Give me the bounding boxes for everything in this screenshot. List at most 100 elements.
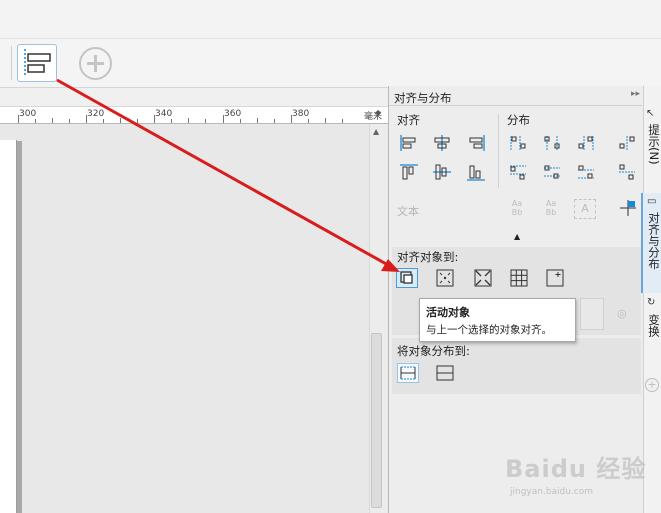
ruler-tick (188, 118, 189, 123)
grid-button[interactable] (508, 268, 530, 288)
ruler-tick (205, 119, 206, 123)
ruler-tick (257, 118, 258, 123)
distribute-left-button[interactable] (507, 133, 529, 153)
panel-expand-icon[interactable]: ▸▸ (631, 89, 640, 99)
ruler-tick (120, 118, 121, 123)
drawing-page[interactable] (0, 140, 17, 513)
specified-point-button[interactable] (544, 268, 566, 288)
scroll-up-icon[interactable]: ▲ (373, 127, 379, 136)
drawing-workspace[interactable] (0, 124, 388, 513)
distribute-right-button[interactable] (575, 133, 597, 153)
add-tool-button[interactable] (79, 47, 112, 80)
ruler-tick (240, 119, 241, 123)
ruler-tick (52, 118, 53, 123)
ruler-options-icon[interactable]: ◆ (375, 108, 381, 117)
align-tab-icon: ▭ (647, 196, 657, 207)
distribute-to-label: 将对象分布到: (397, 344, 470, 358)
distribute-middle-button[interactable] (541, 162, 563, 182)
ruler-label: 320 (87, 109, 105, 119)
distribute-spacing-vertical-button[interactable] (616, 162, 638, 182)
tab-hints[interactable]: 提示(N) (646, 124, 661, 165)
panel-title-divider (389, 105, 642, 106)
ruler-tick (342, 119, 343, 123)
ruler-tick (223, 115, 224, 123)
hint-pointer-icon: ↖ (646, 108, 655, 119)
ruler-tick (154, 115, 155, 123)
ruler-label: 340 (155, 109, 173, 119)
section-divider (498, 114, 499, 188)
distribute-spacing-vertical-icon (619, 164, 635, 180)
align-left-icon (400, 135, 416, 151)
tab-align-distribute[interactable]: 对齐与分布 (646, 212, 661, 270)
specified-point-icon (546, 269, 564, 287)
align-section-label: 对齐 (397, 113, 420, 127)
align-left-button[interactable] (398, 133, 420, 153)
align-cross-icon (620, 200, 636, 216)
page-edge-icon (436, 269, 454, 287)
selection-extent-icon (400, 366, 416, 380)
distribute-top-button[interactable] (507, 162, 529, 182)
tooltip-description: 与上一个选择的对象对齐。 (426, 324, 552, 336)
page-edge-button[interactable] (434, 268, 456, 288)
baidu-watermark-url: jingyan.baidu.com (510, 487, 594, 497)
align-top-button[interactable] (398, 162, 420, 182)
page-extent-icon (436, 365, 454, 381)
align-bottom-icon (467, 165, 485, 181)
align-top-icon (400, 164, 418, 180)
active-object-button[interactable] (396, 268, 418, 288)
distribute-left-icon (510, 136, 526, 150)
align-bottom-button[interactable] (465, 162, 487, 182)
distribute-section-label: 分布 (507, 113, 530, 127)
horizontal-ruler[interactable]: 300 320 340 360 380 毫米 ◆ (0, 106, 388, 124)
text-bounding-box-icon: A (574, 199, 596, 219)
distribute-spacing-horizontal-button[interactable] (616, 133, 638, 153)
panel-title: 对齐与分布 (394, 91, 452, 105)
align-distribute-tool-button[interactable] (17, 44, 57, 82)
align-right-button[interactable] (465, 133, 487, 153)
align-center-horizontal-button[interactable] (431, 133, 453, 153)
ruler-tick (325, 118, 326, 123)
distribute-center-button[interactable] (541, 133, 563, 153)
ruler-tick (103, 119, 104, 123)
page-extent-button[interactable] (434, 363, 456, 383)
baidu-watermark: Baidu 经验 (505, 455, 647, 483)
plus-circle-icon (87, 55, 104, 72)
ruler-tick (274, 119, 275, 123)
align-to-page-button[interactable] (617, 198, 639, 218)
page-center-icon (474, 269, 492, 287)
menu-bar-area (0, 0, 661, 39)
ruler-tick (137, 119, 138, 123)
collapse-arrow-icon[interactable]: ▲ (514, 232, 520, 241)
distribute-spacing-horizontal-icon (619, 136, 635, 150)
ruler-tick (35, 119, 36, 123)
ruler-tick (86, 115, 87, 123)
distribute-bottom-button[interactable] (575, 162, 597, 182)
align-center-horizontal-icon (434, 135, 450, 151)
text-align-label: 文本 (397, 205, 419, 218)
text-last-line-baseline-icon: Aa Bb (545, 199, 557, 217)
align-to-label: 对齐对象到: (397, 250, 459, 264)
ruler-tick (308, 119, 309, 123)
ruler-tick (291, 115, 292, 123)
ruler-tick (18, 115, 19, 123)
tooltip: 活动对象 与上一个选择的对象对齐。 (419, 298, 576, 342)
distribute-top-icon (510, 165, 526, 180)
align-center-vertical-button[interactable] (431, 162, 453, 182)
align-center-vertical-icon (433, 164, 451, 180)
tab-transform[interactable]: 变换 (646, 314, 661, 337)
tooltip-title: 活动对象 (426, 306, 470, 319)
selection-extent-button[interactable] (397, 363, 419, 383)
align-right-icon (469, 135, 485, 151)
ruler-label: 360 (224, 109, 242, 119)
distribute-center-icon (544, 136, 560, 150)
toolbar-separator (11, 46, 12, 80)
add-docker-icon[interactable]: + (645, 378, 659, 392)
text-first-line-baseline-icon: Aa Bb (511, 199, 523, 217)
ruler-tick (171, 119, 172, 123)
align-distribute-icon (24, 49, 51, 77)
page-center-button[interactable] (472, 268, 494, 288)
distribute-right-icon (578, 136, 594, 150)
transform-tab-icon: ↻ (647, 297, 656, 308)
scrollbar-thumb[interactable] (371, 333, 382, 508)
grid-icon (510, 269, 528, 287)
